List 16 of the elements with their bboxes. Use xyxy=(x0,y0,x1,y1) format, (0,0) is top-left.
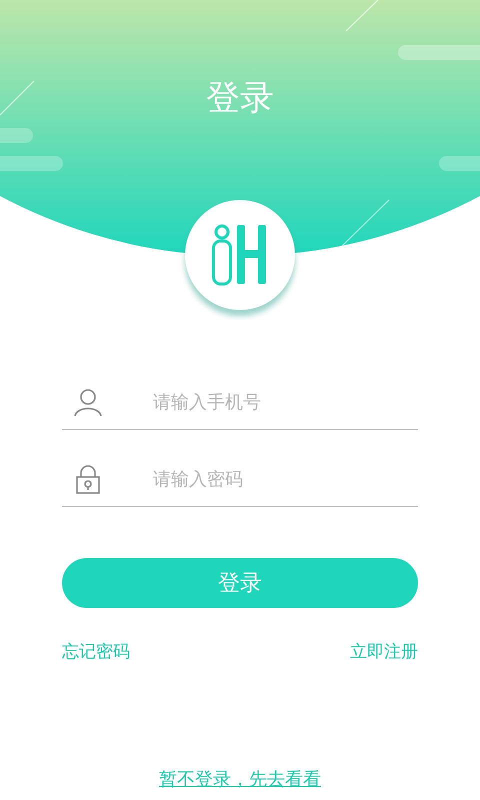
login-button[interactable]: 登录 xyxy=(62,558,418,608)
light-streak xyxy=(342,200,390,246)
light-streak xyxy=(346,0,378,32)
light-streak xyxy=(0,80,34,116)
cloud-stripe xyxy=(0,128,33,143)
user-icon xyxy=(73,387,103,417)
cloud-stripe xyxy=(439,156,480,171)
input-field[interactable]: 请输入手机号 xyxy=(153,388,418,416)
guest-link[interactable]: 暂不登录，先去看看 xyxy=(159,766,321,792)
page-title: 登录 xyxy=(206,77,274,120)
logo-icon xyxy=(212,224,268,286)
forgot-password-link[interactable]: 忘记密码 xyxy=(62,640,130,666)
input-field[interactable]: 请输入密码 xyxy=(153,466,418,492)
lock-icon xyxy=(75,464,101,494)
register-link[interactable]: 立即注册 xyxy=(350,640,418,666)
cloud-stripe xyxy=(0,156,63,171)
